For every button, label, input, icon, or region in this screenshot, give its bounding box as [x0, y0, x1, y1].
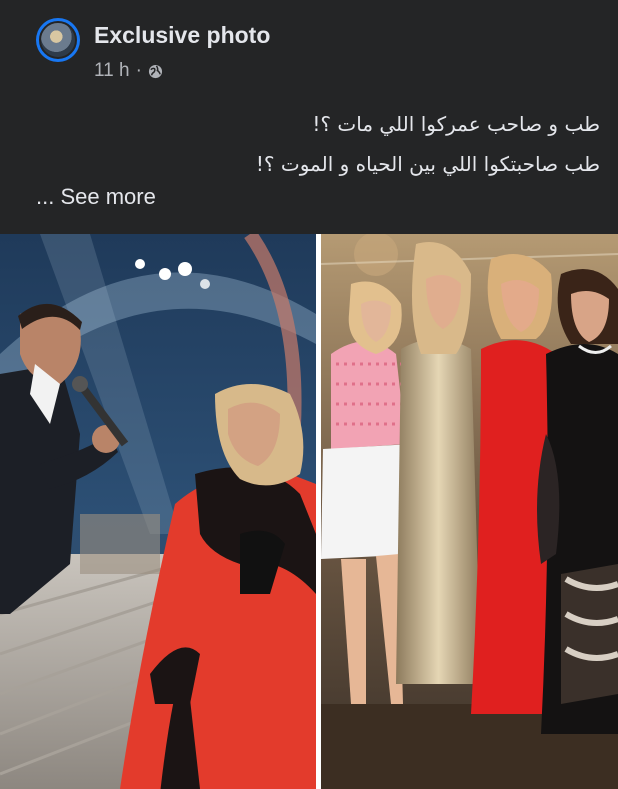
globe-icon[interactable]: [148, 64, 163, 79]
page-avatar[interactable]: [36, 18, 80, 62]
photo-singer-on-stage[interactable]: [0, 234, 316, 789]
post-header: Exclusive photo 11 h ·: [36, 18, 596, 81]
meta-separator: ·: [135, 60, 142, 81]
photo-grid: [0, 234, 618, 789]
post-meta: 11 h ·: [94, 60, 163, 82]
post-text-line: طب و صاحب عمركوا اللي مات ؟!: [312, 112, 600, 136]
avatar-image: [39, 21, 77, 59]
photo-four-women-posing[interactable]: [321, 234, 618, 789]
post-text-line: طب صاحبتكوا اللي بين الحياه و الموت ؟!: [255, 152, 600, 176]
page-name[interactable]: Exclusive photo: [94, 22, 270, 49]
see-more-link[interactable]: ... See more: [36, 184, 156, 210]
post-text: طب و صاحب عمركوا اللي مات ؟! طب صاحبتكوا…: [40, 104, 600, 184]
post-timestamp[interactable]: 11 h: [94, 60, 130, 82]
